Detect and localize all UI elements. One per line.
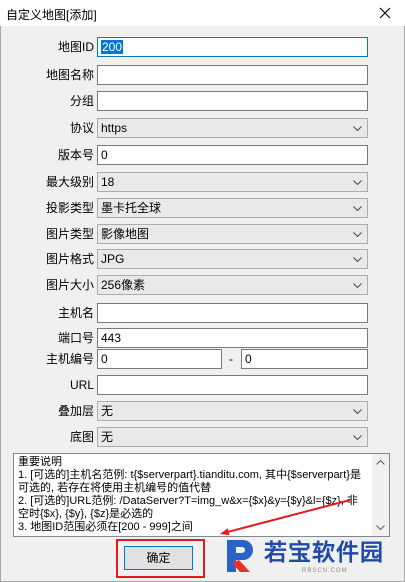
scroll-up-button[interactable] xyxy=(372,454,389,471)
host-number-start-input[interactable] xyxy=(97,349,222,369)
image-type-row: 图片类型 影像地图 xyxy=(0,224,405,244)
host-row: 主机名 xyxy=(0,303,405,323)
title-bar: 自定义地图[添加] xyxy=(0,0,405,26)
chevron-down-icon xyxy=(353,409,362,414)
overlay-row: 叠加层 无 xyxy=(0,401,405,421)
chevron-down-icon xyxy=(353,283,362,288)
map-name-label: 地图名称 xyxy=(45,68,94,82)
group-input[interactable] xyxy=(97,91,368,111)
image-format-select-value: JPG xyxy=(101,252,125,266)
scroll-down-arrow-icon xyxy=(376,525,385,530)
close-icon xyxy=(379,7,391,19)
url-row: URL xyxy=(0,375,405,395)
port-row: 端口号 xyxy=(0,328,405,348)
chevron-down-icon xyxy=(353,435,362,440)
map-name-input[interactable] xyxy=(97,65,368,85)
image-format-row: 图片格式 JPG xyxy=(0,249,405,269)
image-size-row: 图片大小 256像素 xyxy=(0,275,405,295)
max-level-row: 最大级别 18 xyxy=(0,172,405,192)
image-size-label: 图片大小 xyxy=(45,278,94,292)
overlay-select[interactable]: 无 xyxy=(97,401,368,421)
chevron-down-icon xyxy=(353,180,362,185)
r-logo-icon xyxy=(227,540,253,572)
protocol-select[interactable]: https xyxy=(97,118,368,138)
url-input[interactable] xyxy=(97,375,368,395)
map-id-selected-text: 200 xyxy=(101,40,124,54)
scroll-down-button[interactable] xyxy=(372,519,389,536)
image-format-label: 图片格式 xyxy=(45,252,94,266)
protocol-select-value: https xyxy=(101,121,128,135)
watermark-url: RBSCN.COM xyxy=(302,568,348,574)
protocol-label: 协议 xyxy=(69,121,94,135)
host-number-separator: - xyxy=(229,352,233,366)
version-row: 版本号 xyxy=(0,145,405,165)
chevron-down-icon xyxy=(353,206,362,211)
projection-select-value: 墨卡托全球 xyxy=(101,201,162,215)
notes-box[interactable]: 重要说明 1. [可选的]主机名范例: t{$serverpart}.tiand… xyxy=(13,453,390,537)
image-size-select-value: 256像素 xyxy=(101,278,146,292)
map-id-row: 地图ID 200 xyxy=(0,37,405,57)
map-id-input[interactable]: 200 xyxy=(97,37,368,57)
watermark-text: 若宝软件园 xyxy=(264,540,384,566)
image-size-select[interactable]: 256像素 xyxy=(97,275,368,295)
map-name-row: 地图名称 xyxy=(0,65,405,85)
notes-scrollbar[interactable] xyxy=(372,454,389,536)
projection-select[interactable]: 墨卡托全球 xyxy=(97,198,368,218)
notes-item: 3. 地图ID范围必须在[200 - 999]之间 xyxy=(18,521,193,533)
base-map-row: 底图 无 xyxy=(0,427,405,447)
chevron-down-icon xyxy=(353,257,362,262)
watermark: 若宝软件园 RBSCN.COM xyxy=(222,536,394,578)
max-level-select-value: 18 xyxy=(101,175,115,189)
group-row: 分组 xyxy=(0,91,405,111)
base-map-select[interactable]: 无 xyxy=(97,427,368,447)
map-id-label: 地图ID xyxy=(57,40,94,54)
host-input[interactable] xyxy=(97,303,368,323)
max-level-select[interactable]: 18 xyxy=(97,172,368,192)
window-title: 自定义地图[添加] xyxy=(6,8,97,22)
version-label: 版本号 xyxy=(57,148,94,162)
chevron-down-icon xyxy=(353,232,362,237)
image-format-select[interactable]: JPG xyxy=(97,249,368,269)
close-button[interactable] xyxy=(373,1,397,25)
image-type-select-value: 影像地图 xyxy=(101,227,150,241)
dialog-window: 自定义地图[添加] 地图ID 200 地图名称 分组 协议 https 版本号 … xyxy=(0,0,405,582)
host-number-end-input[interactable] xyxy=(241,349,368,369)
protocol-row: 协议 https xyxy=(0,118,405,138)
projection-label: 投影类型 xyxy=(45,201,94,215)
scroll-up-arrow-icon xyxy=(376,460,385,465)
port-label: 端口号 xyxy=(57,331,94,345)
image-type-label: 图片类型 xyxy=(45,227,94,241)
host-label: 主机名 xyxy=(57,306,94,320)
overlay-label: 叠加层 xyxy=(57,404,94,418)
group-label: 分组 xyxy=(69,94,94,108)
url-label: URL xyxy=(69,378,94,392)
chevron-down-icon xyxy=(353,126,362,131)
version-input[interactable] xyxy=(97,145,368,165)
image-type-select[interactable]: 影像地图 xyxy=(97,224,368,244)
notes-heading: 重要说明 xyxy=(18,456,62,468)
max-level-label: 最大级别 xyxy=(45,175,94,189)
projection-row: 投影类型 墨卡托全球 xyxy=(0,198,405,218)
host-number-row: 主机编号 - xyxy=(0,349,405,369)
notes-item: 1. [可选的]主机名范例: t{$serverpart}.tianditu.c… xyxy=(18,469,361,494)
host-number-label: 主机编号 xyxy=(45,352,94,366)
base-map-label: 底图 xyxy=(69,430,94,444)
port-input[interactable] xyxy=(97,328,368,348)
base-map-select-value: 无 xyxy=(101,430,114,444)
overlay-select-value: 无 xyxy=(101,404,114,418)
notes-item: 2. [可选的]URL范例: /DataServer?T=img_w&x={$x… xyxy=(18,495,358,520)
notes-text: 重要说明 1. [可选的]主机名范例: t{$serverpart}.tiand… xyxy=(18,456,368,534)
confirm-button[interactable]: 确定 xyxy=(124,546,193,570)
